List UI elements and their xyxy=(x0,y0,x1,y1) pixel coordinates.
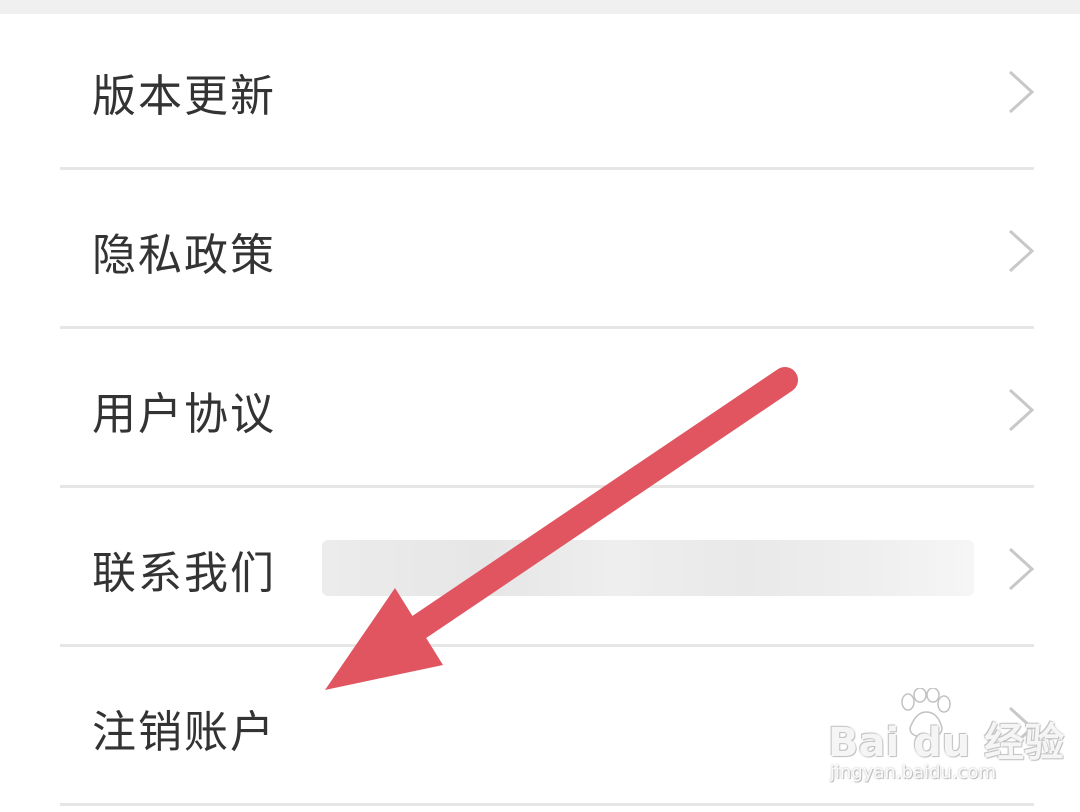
divider xyxy=(60,803,1034,806)
chevron-right-icon xyxy=(1008,229,1035,273)
chevron-right-icon xyxy=(1008,706,1035,750)
settings-item-label: 版本更新 xyxy=(92,71,276,122)
chevron-right-icon xyxy=(1008,70,1035,114)
settings-item-user-agreement[interactable]: 用户协议 xyxy=(0,332,1080,488)
redacted-contact-info xyxy=(322,540,974,596)
settings-item-privacy-policy[interactable]: 隐私政策 xyxy=(0,173,1080,329)
settings-item-label: 联系我们 xyxy=(92,548,276,599)
settings-item-version-update[interactable]: 版本更新 xyxy=(0,14,1080,170)
divider xyxy=(60,326,1034,329)
divider xyxy=(60,485,1034,488)
settings-item-label: 隐私政策 xyxy=(92,230,276,281)
settings-item-label: 用户协议 xyxy=(92,389,276,440)
top-gap xyxy=(0,0,1080,14)
chevron-right-icon xyxy=(1008,388,1035,432)
chevron-right-icon xyxy=(1008,547,1035,591)
settings-item-label: 注销账户 xyxy=(92,707,276,758)
settings-item-deactivate-account[interactable]: 注销账户 xyxy=(0,650,1080,806)
divider xyxy=(60,167,1034,170)
divider xyxy=(60,644,1034,647)
